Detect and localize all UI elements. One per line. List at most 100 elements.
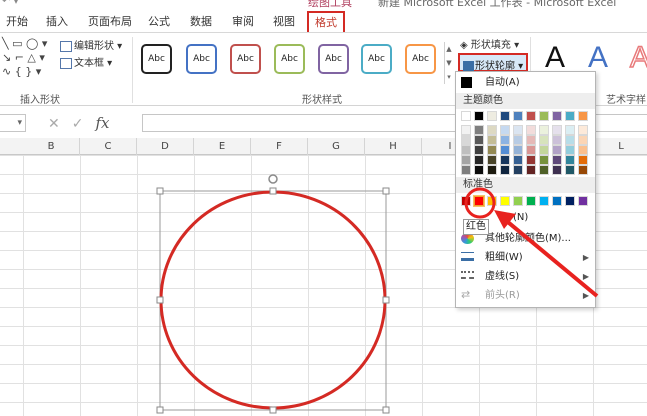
column-header[interactable]: H [365, 138, 422, 155]
column-header[interactable]: F [251, 138, 308, 155]
theme-shade-swatch[interactable] [487, 165, 497, 175]
tab-format[interactable]: 格式 [307, 11, 345, 34]
theme-shade-swatch[interactable] [578, 165, 588, 175]
theme-shade-swatch[interactable] [578, 125, 588, 135]
theme-shade-swatch[interactable] [552, 135, 562, 145]
column-header[interactable]: G [308, 138, 365, 155]
theme-shade-swatch[interactable] [487, 155, 497, 165]
theme-color-swatch[interactable] [539, 111, 549, 121]
quick-access-icon[interactable]: ↶ ▾ [2, 0, 19, 7]
theme-shade-swatch[interactable] [500, 125, 510, 135]
theme-shade-swatch[interactable] [487, 125, 497, 135]
theme-color-swatch[interactable] [487, 111, 497, 121]
theme-shade-swatch[interactable] [461, 145, 471, 155]
column-header[interactable]: D [137, 138, 194, 155]
theme-color-swatch[interactable] [474, 111, 484, 121]
standard-color-swatch[interactable] [552, 196, 562, 206]
column-header[interactable]: C [80, 138, 137, 155]
column-header[interactable]: L [593, 138, 647, 155]
theme-shade-swatch[interactable] [461, 165, 471, 175]
edit-shape-button[interactable]: 编辑形状 ▾ [60, 37, 122, 52]
theme-shade-swatch[interactable] [513, 165, 523, 175]
gallery-scroll[interactable]: ▲ ▼ ▾ [444, 42, 453, 84]
tab-formulas[interactable]: 公式 [148, 13, 170, 29]
theme-shade-swatch[interactable] [474, 125, 484, 135]
theme-shade-swatch[interactable] [539, 155, 549, 165]
tab-view[interactable]: 视图 [273, 13, 295, 29]
tab-data[interactable]: 数据 [190, 13, 212, 29]
standard-color-swatch[interactable] [513, 196, 523, 206]
theme-shade-swatch[interactable] [526, 155, 536, 165]
theme-shade-swatch[interactable] [552, 145, 562, 155]
column-header[interactable]: B [23, 138, 80, 155]
standard-color-swatch[interactable] [474, 196, 484, 206]
theme-shade-swatch[interactable] [500, 165, 510, 175]
shape-style-sample-5[interactable]: Abc [318, 44, 349, 74]
shape-outline-button[interactable]: 形状轮廓 ▾ [458, 53, 528, 72]
standard-color-swatch[interactable] [539, 196, 549, 206]
theme-shade-swatch[interactable] [461, 125, 471, 135]
insert-function-icon[interactable]: fx [95, 114, 109, 132]
standard-color-swatch[interactable] [526, 196, 536, 206]
theme-shade-swatch[interactable] [539, 165, 549, 175]
name-box-dropdown[interactable]: ▾ [0, 114, 26, 132]
theme-shade-swatch[interactable] [487, 145, 497, 155]
shape-fill-button[interactable]: ◈ 形状填充 ▾ [460, 36, 519, 51]
theme-shade-swatch[interactable] [565, 145, 575, 155]
theme-shade-swatch[interactable] [474, 135, 484, 145]
theme-color-swatch[interactable] [513, 111, 523, 121]
theme-shade-swatch[interactable] [513, 145, 523, 155]
theme-shade-swatch[interactable] [565, 165, 575, 175]
theme-shade-swatch[interactable] [565, 125, 575, 135]
wordart-sample-2[interactable]: A [588, 41, 608, 75]
standard-color-swatch[interactable] [500, 196, 510, 206]
theme-shade-swatch[interactable] [539, 135, 549, 145]
theme-shade-swatch[interactable] [474, 155, 484, 165]
theme-shade-swatch[interactable] [539, 145, 549, 155]
theme-shade-swatch[interactable] [513, 135, 523, 145]
tab-home[interactable]: 开始 [6, 13, 28, 29]
theme-shade-swatch[interactable] [526, 125, 536, 135]
theme-color-swatch[interactable] [500, 111, 510, 121]
column-header[interactable]: E [194, 138, 251, 155]
theme-shade-swatch[interactable] [513, 125, 523, 135]
tab-review[interactable]: 审阅 [232, 13, 254, 29]
theme-shade-swatch[interactable] [474, 165, 484, 175]
theme-shade-swatch[interactable] [578, 145, 588, 155]
shape-style-sample-1[interactable]: Abc [141, 44, 172, 74]
confirm-icon[interactable]: ✓ [72, 116, 84, 132]
wordart-sample-3[interactable]: A [629, 40, 647, 75]
theme-shade-swatch[interactable] [500, 155, 510, 165]
tab-insert[interactable]: 插入 [46, 13, 68, 29]
textbox-button[interactable]: 文本框 ▾ [60, 54, 112, 69]
theme-shade-swatch[interactable] [474, 145, 484, 155]
standard-color-swatch[interactable] [578, 196, 588, 206]
wordart-sample-1[interactable]: A [545, 41, 565, 75]
theme-shade-swatch[interactable] [526, 135, 536, 145]
shape-style-sample-4[interactable]: Abc [274, 44, 305, 74]
theme-shade-swatch[interactable] [578, 135, 588, 145]
theme-shade-swatch[interactable] [487, 135, 497, 145]
theme-shade-swatch[interactable] [578, 155, 588, 165]
shape-style-sample-3[interactable]: Abc [230, 44, 261, 74]
menu-item-dashes[interactable]: 虚线(S) ▶ [456, 267, 595, 286]
theme-shade-swatch[interactable] [565, 155, 575, 165]
theme-shade-swatch[interactable] [565, 135, 575, 145]
theme-shade-swatch[interactable] [500, 145, 510, 155]
shape-style-sample-2[interactable]: Abc [186, 44, 217, 74]
shape-style-sample-6[interactable]: Abc [361, 44, 392, 74]
theme-color-swatch[interactable] [526, 111, 536, 121]
standard-color-swatch[interactable] [487, 196, 497, 206]
theme-shade-swatch[interactable] [526, 165, 536, 175]
theme-shade-swatch[interactable] [539, 125, 549, 135]
theme-color-swatch[interactable] [565, 111, 575, 121]
standard-color-swatch[interactable] [461, 196, 471, 206]
cancel-icon[interactable]: ✕ [48, 116, 60, 132]
menu-item-weight[interactable]: 粗细(W) ▶ [456, 248, 595, 267]
theme-shade-swatch[interactable] [552, 155, 562, 165]
theme-shade-swatch[interactable] [552, 165, 562, 175]
theme-color-swatch[interactable] [552, 111, 562, 121]
theme-shade-swatch[interactable] [461, 155, 471, 165]
theme-shade-swatch[interactable] [552, 125, 562, 135]
theme-shade-swatch[interactable] [513, 155, 523, 165]
